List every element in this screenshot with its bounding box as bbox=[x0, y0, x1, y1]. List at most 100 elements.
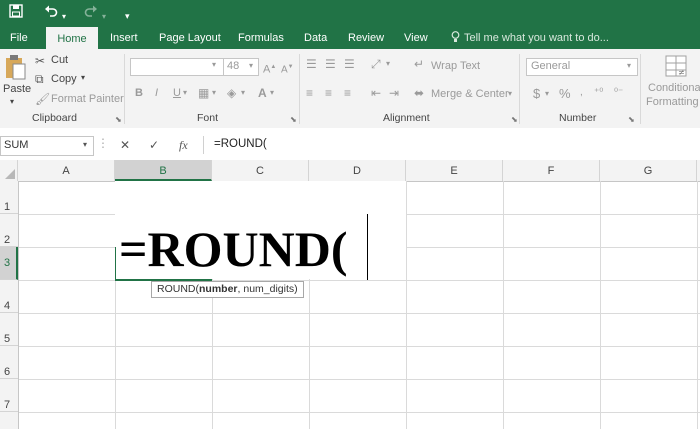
tab-insert[interactable]: Insert bbox=[110, 27, 138, 49]
align-left-icon[interactable]: ≡ bbox=[306, 86, 313, 100]
increase-decimal-icon[interactable]: ⁺⁰ bbox=[594, 86, 603, 100]
font-size-dropdown-icon[interactable]: ▾ bbox=[249, 61, 253, 70]
number-format-dropdown-icon[interactable]: ▾ bbox=[627, 61, 631, 70]
merge-center-button[interactable]: Merge & Center bbox=[431, 88, 509, 100]
tab-page-layout[interactable]: Page Layout bbox=[159, 27, 221, 49]
tab-data[interactable]: Data bbox=[304, 27, 327, 49]
formula-text: =ROUND( bbox=[214, 138, 267, 150]
scissors-icon: ✂ bbox=[35, 54, 46, 68]
tab-review[interactable]: Review bbox=[348, 27, 384, 49]
number-format-select[interactable]: General ▾ bbox=[526, 58, 638, 76]
formula-bar-grip-icon: ⋮ bbox=[97, 136, 109, 150]
insert-function-icon[interactable]: fx bbox=[179, 138, 188, 153]
copy-dropdown-icon[interactable]: ▾ bbox=[81, 73, 85, 82]
gridline bbox=[406, 181, 407, 429]
active-cell-border bbox=[115, 247, 116, 280]
row-header-2[interactable]: 2 bbox=[0, 214, 18, 247]
middle-align-icon[interactable]: ☰ bbox=[325, 57, 336, 71]
font-name-input[interactable] bbox=[130, 58, 224, 76]
conditional-formatting-icon[interactable]: ≠ bbox=[665, 55, 687, 77]
decrease-font-icon[interactable]: A▼ bbox=[281, 60, 294, 77]
enter-icon[interactable]: ✓ bbox=[149, 138, 159, 152]
font-launcher-icon[interactable]: ⬊ bbox=[290, 115, 297, 124]
name-box-value: SUM bbox=[4, 139, 29, 151]
row-header-1[interactable]: 1 bbox=[0, 181, 18, 214]
increase-font-icon[interactable]: A▲ bbox=[263, 60, 276, 77]
cut-button[interactable]: Cut bbox=[51, 54, 68, 66]
row-header-4[interactable]: 4 bbox=[0, 280, 18, 313]
tooltip-function-name[interactable]: ROUND( bbox=[157, 283, 199, 295]
merge-dropdown-icon[interactable]: ▾ bbox=[508, 89, 512, 98]
increase-indent-icon[interactable]: ⇥ bbox=[389, 86, 399, 100]
top-align-icon[interactable]: ☰ bbox=[306, 57, 317, 71]
formula-input[interactable]: =ROUND( bbox=[203, 136, 700, 154]
tell-me-search[interactable]: Tell me what you want to do... bbox=[464, 27, 609, 49]
underline-button[interactable]: U bbox=[173, 87, 181, 99]
cancel-icon[interactable]: ✕ bbox=[120, 138, 130, 152]
fill-color-icon[interactable]: ◈ bbox=[227, 86, 236, 100]
orientation-dropdown-icon[interactable]: ▾ bbox=[386, 59, 390, 68]
name-box[interactable]: SUM ▾ bbox=[0, 136, 94, 156]
name-box-dropdown-icon[interactable]: ▾ bbox=[83, 140, 87, 149]
font-size-input[interactable]: 48 ▾ bbox=[223, 58, 259, 76]
tab-formulas[interactable]: Formulas bbox=[238, 27, 284, 49]
wrap-text-button[interactable]: Wrap Text bbox=[431, 60, 480, 72]
font-color-icon[interactable]: A bbox=[258, 86, 267, 100]
paste-dropdown-icon[interactable]: ▾ bbox=[10, 97, 14, 106]
comma-style-icon[interactable]: , bbox=[580, 86, 583, 100]
undo-icon[interactable] bbox=[44, 3, 58, 23]
row-header-3[interactable]: 3 bbox=[0, 247, 18, 280]
borders-dropdown-icon[interactable]: ▾ bbox=[212, 88, 216, 97]
conditional-formatting-line2[interactable]: Formatting bbox=[646, 96, 699, 108]
format-painter-button[interactable]: Format Painter bbox=[51, 93, 124, 105]
alignment-group-label: Alignment bbox=[383, 112, 430, 124]
align-center-icon[interactable]: ≡ bbox=[325, 86, 332, 100]
column-header-g[interactable]: G bbox=[600, 160, 697, 181]
save-icon[interactable] bbox=[9, 3, 23, 23]
row-header-6[interactable]: 6 bbox=[0, 346, 18, 379]
decrease-decimal-icon[interactable]: ⁰⁻ bbox=[614, 86, 623, 100]
column-header-b[interactable]: B bbox=[115, 160, 212, 181]
select-all-corner[interactable] bbox=[0, 160, 18, 181]
alignment-launcher-icon[interactable]: ⬊ bbox=[511, 115, 518, 124]
undo-dropdown-icon[interactable]: ▾ bbox=[62, 7, 66, 27]
merge-icon: ⬌ bbox=[414, 86, 425, 100]
italic-button[interactable]: I bbox=[155, 87, 158, 99]
percent-button[interactable]: % bbox=[559, 86, 571, 101]
underline-dropdown-icon[interactable]: ▾ bbox=[183, 88, 187, 97]
fill-dropdown-icon[interactable]: ▾ bbox=[241, 88, 245, 97]
row-header-5[interactable]: 5 bbox=[0, 313, 18, 346]
redo-dropdown-icon[interactable]: ▾ bbox=[102, 7, 106, 27]
paste-button[interactable]: Paste bbox=[3, 83, 31, 95]
column-header-a[interactable]: A bbox=[18, 160, 115, 181]
decrease-indent-icon[interactable]: ⇤ bbox=[371, 86, 381, 100]
tab-home[interactable]: Home bbox=[46, 27, 98, 50]
bottom-align-icon[interactable]: ☰ bbox=[344, 57, 355, 71]
copy-button[interactable]: Copy bbox=[51, 73, 77, 85]
tab-view[interactable]: View bbox=[404, 27, 428, 49]
paste-icon[interactable] bbox=[4, 54, 26, 80]
font-name-dropdown-icon[interactable]: ▾ bbox=[212, 60, 216, 69]
row-header-7[interactable]: 7 bbox=[0, 379, 18, 412]
cell-b3-content[interactable]: =ROUND( bbox=[119, 224, 347, 274]
number-launcher-icon[interactable]: ⬊ bbox=[628, 115, 635, 124]
tab-file[interactable]: File bbox=[10, 27, 28, 49]
font-color-dropdown-icon[interactable]: ▾ bbox=[270, 88, 274, 97]
bold-button[interactable]: B bbox=[135, 87, 143, 99]
redo-icon[interactable] bbox=[84, 3, 98, 23]
currency-dropdown-icon[interactable]: ▾ bbox=[545, 89, 549, 98]
orientation-icon[interactable]: ⤢ bbox=[371, 57, 381, 71]
customize-icon[interactable]: ▾ bbox=[125, 6, 130, 26]
currency-button[interactable]: $ bbox=[533, 86, 540, 101]
borders-icon[interactable]: ▦ bbox=[198, 86, 209, 100]
align-right-icon[interactable]: ≡ bbox=[344, 86, 351, 100]
function-tooltip[interactable]: ROUND(number, num_digits) bbox=[151, 281, 304, 298]
clipboard-launcher-icon[interactable]: ⬊ bbox=[115, 115, 122, 124]
conditional-formatting-line1[interactable]: Conditional bbox=[648, 82, 700, 94]
gridline bbox=[18, 412, 700, 413]
column-header-f[interactable]: F bbox=[503, 160, 600, 181]
clipboard-group-label: Clipboard bbox=[32, 112, 77, 124]
column-header-e[interactable]: E bbox=[406, 160, 503, 181]
column-header-d[interactable]: D bbox=[309, 160, 406, 181]
column-header-c[interactable]: C bbox=[212, 160, 309, 181]
